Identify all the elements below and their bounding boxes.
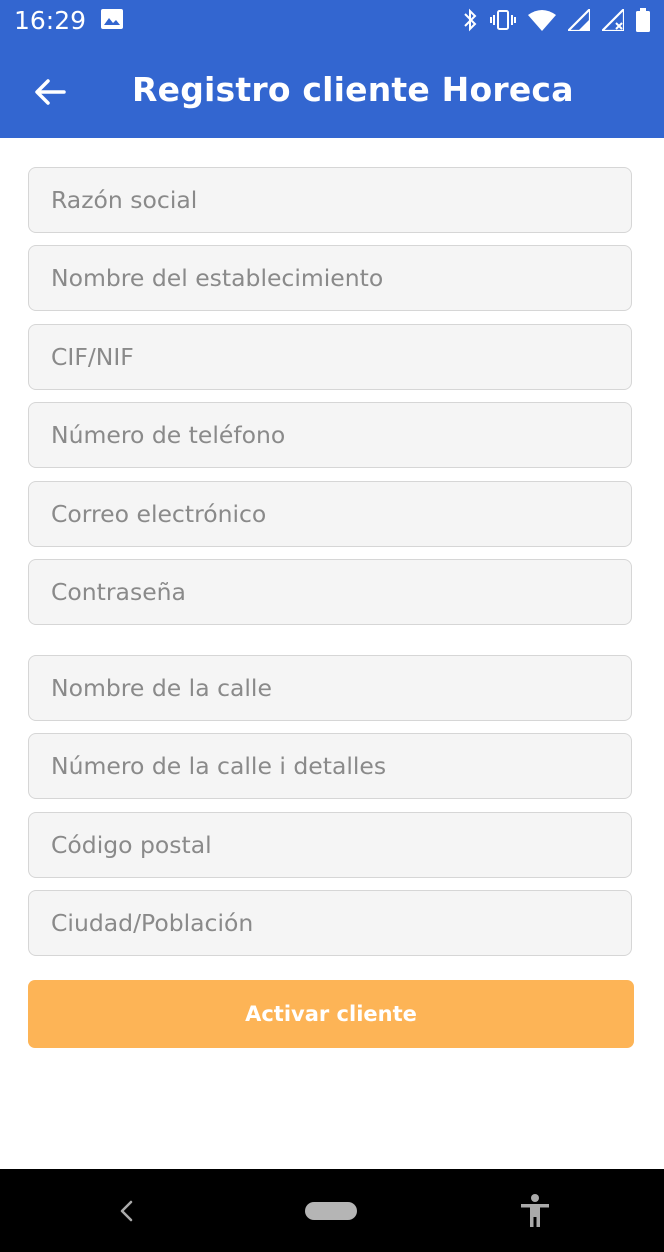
accessibility-icon[interactable] bbox=[518, 1193, 552, 1229]
city-input[interactable] bbox=[28, 890, 632, 956]
signal-icon bbox=[568, 9, 590, 31]
nav-back-button[interactable] bbox=[113, 1197, 139, 1225]
activate-client-button[interactable]: Activar cliente bbox=[28, 980, 634, 1048]
email-input[interactable] bbox=[28, 481, 632, 547]
status-time: 16:29 bbox=[14, 6, 87, 35]
establishment-name-input[interactable] bbox=[28, 245, 632, 311]
app-bar: 16:29 Registro cliente Horeca bbox=[0, 0, 664, 138]
battery-icon bbox=[636, 8, 650, 32]
postal-code-input[interactable] bbox=[28, 812, 632, 878]
signal-x-icon bbox=[602, 9, 624, 31]
razon-social-input[interactable] bbox=[28, 167, 632, 233]
arrow-left-icon bbox=[35, 79, 66, 105]
image-icon bbox=[101, 9, 123, 29]
wifi-icon bbox=[528, 10, 556, 31]
nav-home-pill[interactable] bbox=[305, 1202, 357, 1220]
back-button[interactable] bbox=[28, 70, 72, 114]
nav-back-icon bbox=[120, 1200, 133, 1222]
cif-nif-input[interactable] bbox=[28, 324, 632, 390]
phone-input[interactable] bbox=[28, 402, 632, 468]
street-name-input[interactable] bbox=[28, 655, 632, 721]
bluetooth-icon bbox=[464, 8, 477, 32]
vibrate-icon bbox=[490, 10, 516, 30]
page-title: Registro cliente Horeca bbox=[132, 70, 574, 109]
system-nav-bar bbox=[0, 1169, 664, 1252]
street-number-input[interactable] bbox=[28, 733, 632, 799]
status-icons bbox=[462, 6, 650, 34]
password-input[interactable] bbox=[28, 559, 632, 625]
